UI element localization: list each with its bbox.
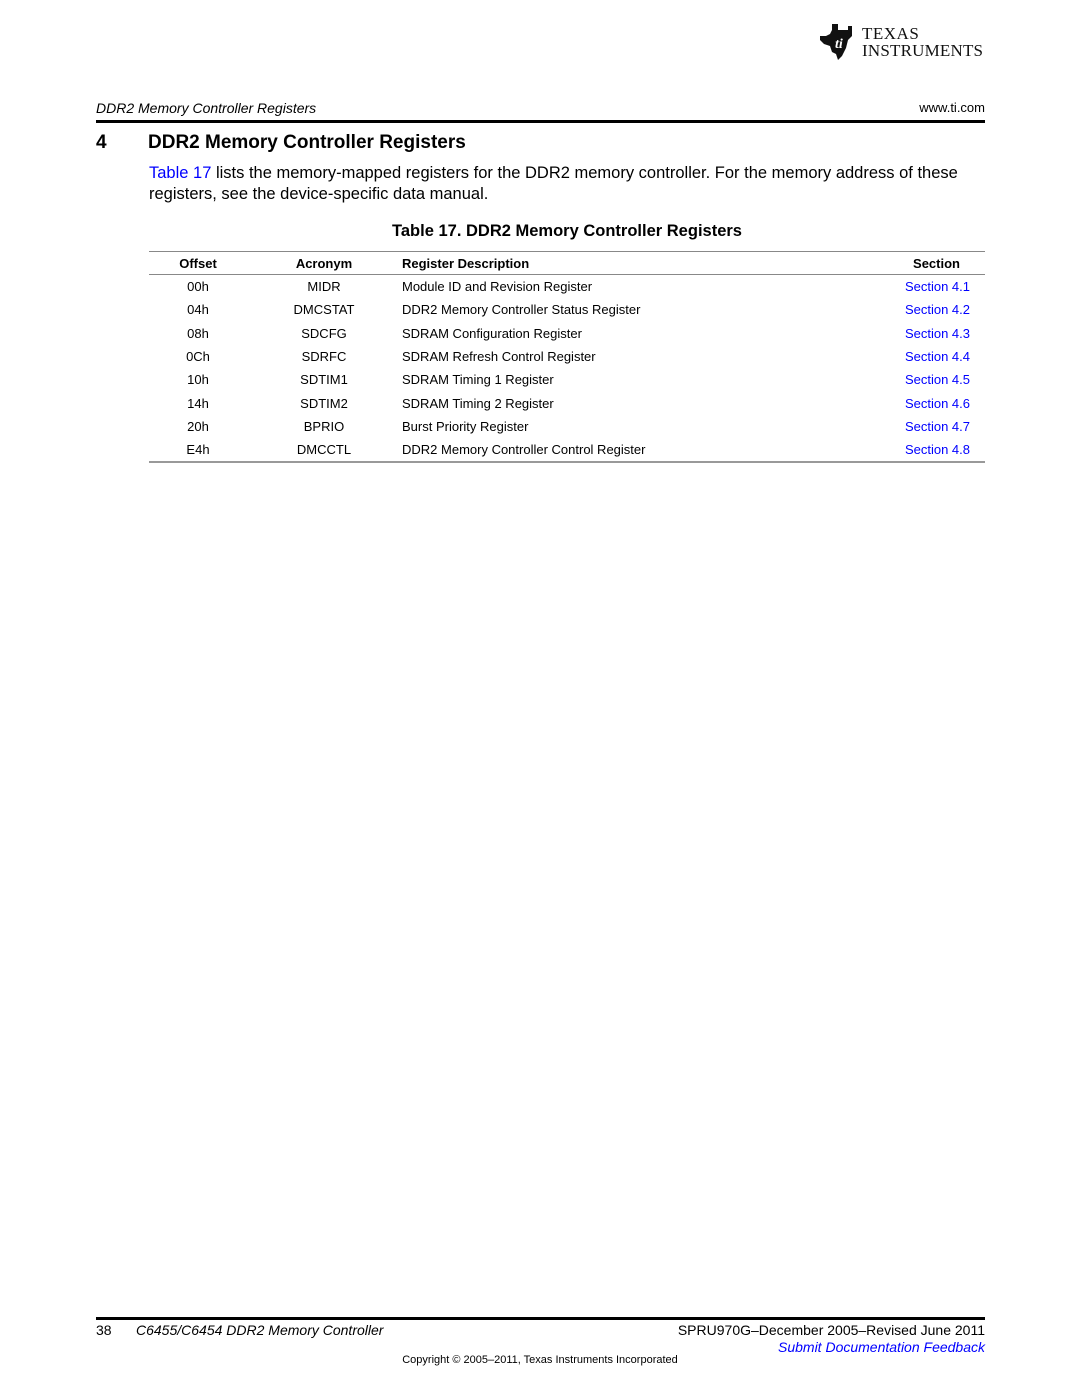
ti-logo: ti Texas Instruments [818,20,986,64]
section-number: 4 [96,132,107,153]
cell-offset: 00h [187,279,209,295]
cell-acronym: DMCCTL [296,442,352,458]
table-row: 00h MIDR Module ID and Revision Register Se… [149,275,985,299]
section-link[interactable]: Section 4.3 [905,326,970,341]
feedback-link[interactable]: Submit Documentation Feedback [778,1339,985,1355]
cell-description: SDRAM Configuration Register [402,325,582,341]
cell-offset: E4h [186,442,210,458]
cell-acronym: BPRIO [303,418,345,434]
table-row: 08h SDCFG SDRAM Configuration Register Sect… [149,322,985,345]
section-link[interactable]: Section 4.7 [905,419,970,434]
table-header-row: Offset Acronym Register Description Sect… [149,251,985,275]
cell-section: Section 4.7 [840,415,985,438]
table-row: 10h SDTIM1 SDRAM Timing 1 Register Section … [149,368,985,391]
cell-section: Section 4.8 [840,438,985,462]
cell-offset: 08h [187,325,209,341]
register-table: Offset Acronym Register Description Sect… [149,251,985,463]
table-row: 0Ch SDRFC SDRAM Refresh Control Register Se… [149,345,985,368]
header-offset: Offset [179,255,217,271]
section-title: DDR2 Memory Controller Registers [148,132,466,153]
section-link[interactable]: Section 4.1 [905,279,970,294]
cell-offset: 04h [187,302,209,318]
running-header-title: DDR2 Memory Controller Registers [96,100,317,116]
cell-section: Section 4.2 [840,298,985,321]
cell-offset: 14h [187,395,209,411]
doc-id: SPRU970G–December 2005–Revised June 2011 [677,1322,985,1338]
section-link[interactable]: Section 4.8 [905,442,970,457]
cell-description: SDRAM Refresh Control Register [402,349,596,365]
cell-offset: 0Ch [186,349,210,365]
cell-acronym: DMCSTAT [293,302,355,318]
cell-section: Section 4.5 [840,368,985,391]
table-row: 14h SDTIM2 SDRAM Timing 2 Register Section … [149,391,985,414]
cell-acronym: SDTIM1 [300,372,348,388]
cell-offset: 20h [187,418,209,434]
running-header: DDR2 Memory Controller Registers www.ti.… [96,100,985,118]
table-caption: Table 17. DDR2 Memory Controller Registe… [392,222,742,240]
cell-acronym: SDCFG [301,325,347,341]
header-description: Register Description [402,255,530,271]
cell-section: Section 4.4 [840,345,985,368]
table-row: 04h DMCSTAT DDR2 Memory Controller Status … [149,298,985,321]
cell-acronym: SDTIM2 [300,395,348,411]
page-number: 38 [96,1322,112,1338]
section-link[interactable]: Section 4.6 [905,396,970,411]
cell-acronym: MIDR [307,279,341,295]
doc-title: C6455/C6454 DDR2 Memory Controller [136,1322,384,1338]
cell-section: Section 4.3 [840,322,985,345]
footer-rule [96,1317,985,1320]
table-17-link[interactable]: Table 17 [149,164,211,182]
table-row: 20h BPRIO Burst Priority Register Section 4… [149,415,985,438]
running-header-url: www.ti.com [919,100,985,115]
cell-description: Module ID and Revision Register [402,279,593,295]
header-rule [96,120,985,123]
logo-line2: Instruments [862,41,984,60]
logo-line1: Texas [862,24,920,43]
cell-offset: 10h [187,372,209,388]
section-link[interactable]: Section 4.4 [905,349,970,364]
section-heading: 4 DDR2 Memory Controller Registers [96,132,466,154]
cell-description: SDRAM Timing 1 Register [402,372,554,388]
header-acronym: Acronym [295,255,353,271]
cell-acronym: SDRFC [301,349,347,365]
section-link[interactable]: Section 4.2 [905,302,970,317]
cell-description: DDR2 Memory Controller Control Register [402,442,646,458]
header-section: Section [913,255,960,271]
section-link[interactable]: Section 4.5 [905,372,970,387]
copyright: Copyright © 2005–2011, Texas Instruments… [402,1354,678,1366]
ti-wordmark: Texas Instruments [862,25,983,59]
cell-section: Section 4.1 [840,275,985,299]
cell-description: DDR2 Memory Controller Status Register [402,302,641,318]
ti-logo-icon: ti [820,24,852,60]
intro-paragraph: Table 17 lists the memory-mapped registe… [149,163,985,205]
svg-text:ti: ti [835,37,843,52]
table-row: E4h DMCCTL DDR2 Memory Controller Control … [149,438,985,463]
cell-section: Section 4.6 [840,391,985,414]
intro-text: lists the memory-mapped registers for th… [149,164,958,203]
cell-description: SDRAM Timing 2 Register [402,395,554,411]
cell-description: Burst Priority Register [402,418,529,434]
